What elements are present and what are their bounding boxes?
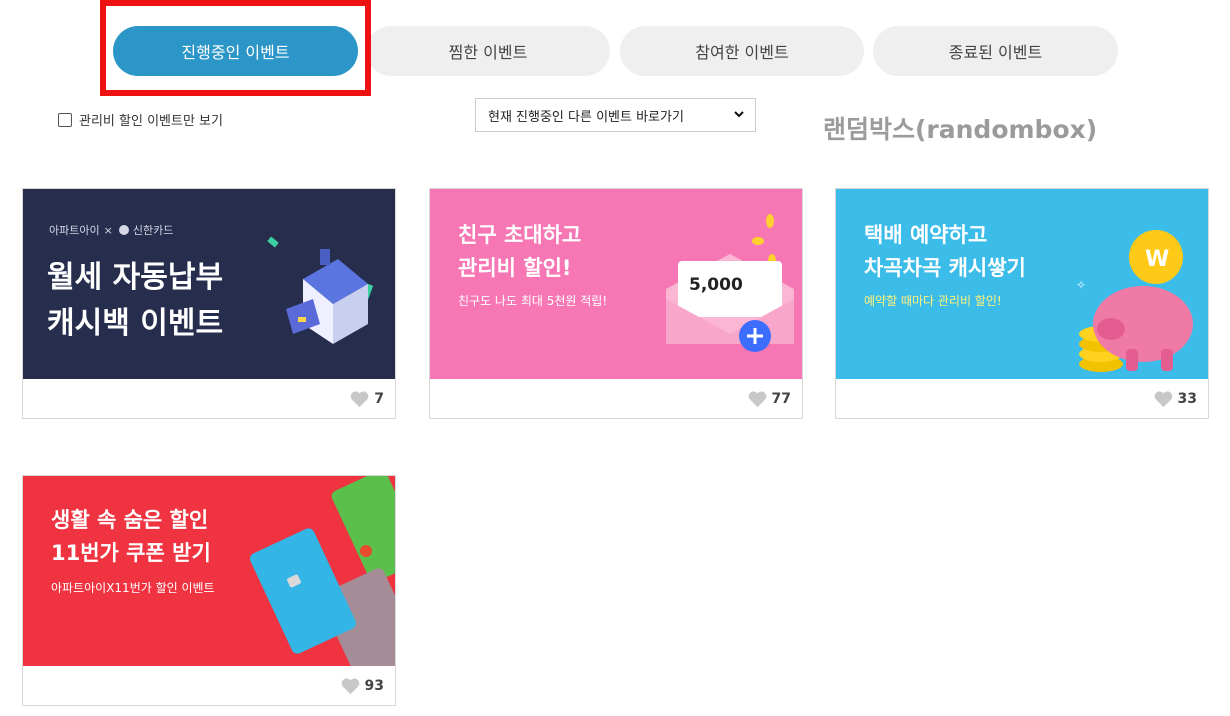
event-card-rent-autopay[interactable]: 아파트아이 × 신한카드 월세 자동납부 캐시백 이벤트 7 [22, 188, 396, 419]
banner-title: 생활 속 숨은 할인 11번가 쿠폰 받기 [51, 504, 211, 570]
fee-discount-label: 관리비 할인 이벤트만 보기 [79, 114, 223, 129]
heart-icon [748, 391, 766, 408]
like-count-value: 77 [771, 390, 791, 407]
banner-title: 택배 예약하고 차곡차곡 캐시쌓기 [864, 219, 1026, 285]
event-banner: 친구 초대하고 관리비 할인! 친구도 나도 최대 5천원 적립! 5,000 [430, 189, 802, 379]
svg-text:✧: ✧ [1076, 278, 1086, 292]
banner-subtitle: 아파트아이X11번가 할인 이벤트 [51, 581, 215, 595]
card-footer: 33 [836, 379, 1208, 418]
active-tab-highlight [100, 0, 371, 96]
banner-subtitle: 친구도 나도 최대 5천원 적립! [458, 294, 608, 308]
plus-icon [739, 320, 771, 352]
other-events-select[interactable]: 현재 진행중인 다른 이벤트 바로가기 [475, 98, 756, 132]
banner-title-line2: 캐시백 이벤트 [47, 306, 224, 341]
shinhan-logo-icon [118, 225, 129, 235]
banner-title-line1: 택배 예약하고 [864, 223, 988, 247]
banner-title-line1: 생활 속 숨은 할인 [51, 508, 209, 532]
tab-ended-events[interactable]: 종료된 이벤트 [873, 26, 1118, 76]
like-count[interactable]: 7 [349, 389, 384, 408]
event-card-friend-invite[interactable]: 친구 초대하고 관리비 할인! 친구도 나도 최대 5천원 적립! 5,000 … [429, 188, 803, 419]
banner-title-line1: 친구 초대하고 [458, 223, 582, 247]
house-card-illustration [267, 236, 374, 344]
fee-discount-filter[interactable]: 관리비 할인 이벤트만 보기 [58, 110, 223, 129]
event-banner: 생활 속 숨은 할인 11번가 쿠폰 받기 아파트아이X11번가 할인 이벤트 [23, 476, 395, 666]
like-count[interactable]: 77 [747, 389, 791, 408]
like-count-value: 7 [374, 390, 384, 407]
brand-apt-i: 아파트아이 [49, 224, 100, 237]
tab-label: 종료된 이벤트 [948, 43, 1043, 62]
banner-subtitle: 예약할 때마다 관리비 할인! [864, 294, 1002, 308]
like-count[interactable]: 93 [340, 676, 384, 695]
brand-line: 아파트아이 × 신한카드 [49, 222, 173, 238]
tab-joined-events[interactable]: 참여한 이벤트 [620, 26, 864, 76]
event-banner: 택배 예약하고 차곡차곡 캐시쌓기 예약할 때마다 관리비 할인! ✧ W [836, 189, 1208, 379]
piggy-bank-illustration: ✧ [1076, 230, 1193, 372]
card-footer: 93 [23, 666, 395, 705]
credit-cards-illustration [250, 476, 395, 666]
brand-separator: × [103, 223, 113, 237]
like-count[interactable]: 33 [1153, 389, 1197, 408]
event-card-11st-coupon[interactable]: 생활 속 숨은 할인 11번가 쿠폰 받기 아파트아이X11번가 할인 이벤트 … [22, 475, 396, 706]
tab-wishlist-events[interactable]: 찜한 이벤트 [366, 26, 610, 76]
coin-letter: W [1145, 247, 1170, 272]
envelope-amount: 5,000 [689, 275, 743, 295]
banner-title-line2: 차곡차곡 캐시쌓기 [864, 256, 1026, 280]
heart-icon [350, 391, 369, 408]
like-count-value: 93 [364, 677, 384, 694]
banner-title: 친구 초대하고 관리비 할인! [458, 219, 581, 285]
banner-title-line1: 월세 자동납부 [47, 260, 224, 295]
event-banner: 아파트아이 × 신한카드 월세 자동납부 캐시백 이벤트 [23, 189, 395, 379]
heart-icon [341, 678, 359, 695]
tab-label: 참여한 이벤트 [695, 43, 789, 62]
card-footer: 7 [23, 379, 395, 418]
fee-discount-checkbox[interactable] [58, 112, 72, 127]
randombox-label: 랜덤박스(randombox) [823, 115, 1098, 144]
banner-title-line2: 11번가 쿠폰 받기 [51, 541, 211, 565]
chevron-down-icon [734, 111, 744, 118]
like-count-value: 33 [1177, 390, 1197, 407]
brand-shinhan: 신한카드 [132, 224, 174, 237]
tab-label: 찜한 이벤트 [448, 43, 528, 62]
card-footer: 77 [430, 379, 802, 418]
event-card-parcel-cash[interactable]: 택배 예약하고 차곡차곡 캐시쌓기 예약할 때마다 관리비 할인! ✧ W 33 [835, 188, 1209, 419]
banner-title-line2: 관리비 할인! [458, 256, 572, 280]
banner-title: 월세 자동납부 캐시백 이벤트 [47, 255, 223, 347]
heart-icon [1154, 391, 1172, 408]
select-value: 현재 진행중인 다른 이벤트 바로가기 [488, 109, 684, 125]
event-tabs: 진행중인 이벤트 찜한 이벤트 참여한 이벤트 종료된 이벤트 [0, 0, 1230, 100]
